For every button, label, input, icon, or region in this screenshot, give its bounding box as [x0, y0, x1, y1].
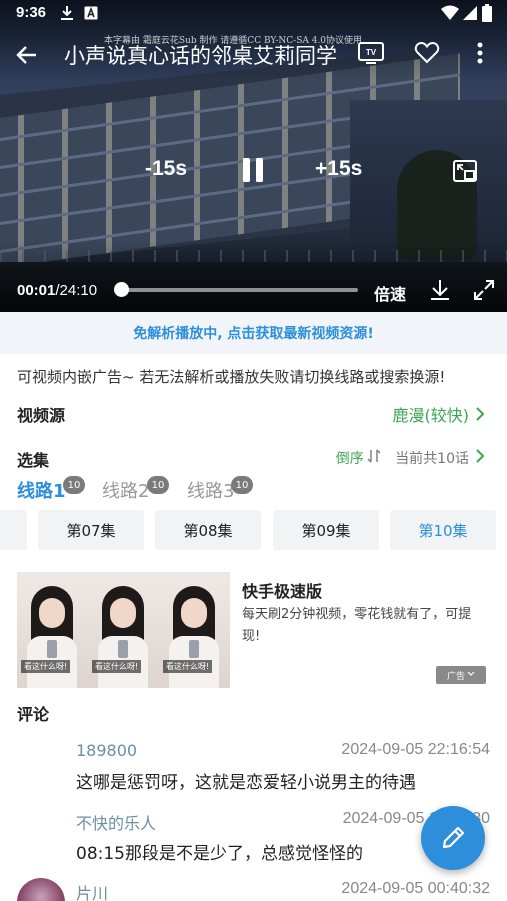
comment-text: 08:15那段是不是少了，总感觉怪怪的	[76, 844, 363, 864]
chevron-right-icon	[475, 449, 485, 467]
speed-button[interactable]: 倍速	[374, 281, 406, 305]
ad-image-face	[181, 598, 207, 628]
comment-user[interactable]: 189800	[76, 741, 137, 760]
comment-time: 2024-09-05 00:40:32	[341, 880, 490, 897]
screen: 9:36 本字幕由 霜庭云花Sub 制作 请遵循CC BY-NC-SA 4.0协…	[0, 0, 507, 901]
episode-button-7[interactable]: 第07集	[38, 510, 144, 550]
battery-icon	[482, 4, 492, 26]
a-box-icon	[84, 5, 98, 25]
download-video-icon	[431, 280, 449, 300]
avatar[interactable]	[17, 878, 65, 901]
ad-image-phone	[189, 640, 199, 658]
banner-text: 免解析播放中, 点击获取最新视频资源!	[133, 326, 374, 342]
progress-bar[interactable]	[120, 288, 358, 292]
source-value: 鹿漫(较快)	[392, 406, 470, 425]
forward-15s-button[interactable]: +15s	[315, 157, 362, 181]
write-comment-button[interactable]	[421, 806, 485, 870]
tab-line-1[interactable]: 线路1	[17, 477, 66, 503]
line-3-badge: 10	[231, 476, 253, 494]
line-1-badge: 10	[63, 476, 85, 494]
status-bar: 9:36	[0, 0, 507, 28]
ad-tag[interactable]: 广告	[436, 666, 486, 684]
ad-tag-label: 广告	[446, 671, 465, 682]
pip-button[interactable]	[451, 157, 479, 185]
sort-icon	[364, 449, 381, 467]
ad-image-face	[110, 598, 136, 628]
favorite-button[interactable]	[413, 40, 441, 66]
ad-image-panel: 看这什么呀!	[17, 572, 88, 688]
more-button[interactable]	[468, 40, 492, 66]
signal-icon	[462, 5, 478, 25]
episode-button-8[interactable]: 第08集	[155, 510, 261, 550]
heart-icon	[414, 41, 440, 64]
duration: /24:10	[55, 282, 98, 299]
ad-description: 每天刷2分钟视频，零花钱就有了，可提现!	[242, 607, 472, 644]
pause-button[interactable]	[238, 154, 268, 186]
wifi-icon	[441, 5, 459, 25]
comment-time: 2024-09-05 22:16:54	[341, 741, 490, 758]
pip-icon	[453, 160, 477, 182]
comment-text: 这哪是惩罚呀，这就是恋爱轻小说男主的待遇	[76, 773, 416, 793]
video-player[interactable]: 9:36 本字幕由 霜庭云花Sub 制作 请遵循CC BY-NC-SA 4.0协…	[0, 0, 507, 312]
source-label: 视频源	[17, 406, 66, 425]
source-selector[interactable]: 鹿漫(较快)	[393, 402, 486, 426]
progress-knob[interactable]	[114, 282, 129, 297]
ad-image-caption: 看这什么呀!	[163, 660, 213, 673]
play-time: 00:01/24:10	[17, 282, 97, 299]
ad-image-face	[39, 598, 65, 628]
tab-line-3[interactable]: 线路3	[187, 477, 234, 503]
status-time: 9:36	[16, 4, 47, 21]
rewind-15s-button[interactable]: -15s	[145, 157, 187, 181]
current-time: 00:01	[17, 282, 56, 299]
sort-label: 倒序	[335, 451, 364, 467]
sort-toggle[interactable]: 倒序	[335, 449, 381, 467]
comment-user[interactable]: 不快的乐人	[76, 810, 156, 834]
ad-image-caption: 看这什么呀!	[92, 660, 142, 673]
comment-user[interactable]: 片川	[76, 880, 108, 901]
video-title: 小声说真心话的邻桌艾莉同学	[64, 44, 337, 68]
back-icon	[16, 46, 36, 64]
episode-button-9[interactable]: 第09集	[273, 510, 379, 550]
ad-image-caption: 看这什么呀!	[21, 660, 71, 673]
ad-image-panel: 看这什么呀!	[159, 572, 230, 688]
episode-button-partial[interactable]	[0, 510, 27, 550]
comments-title: 评论	[17, 705, 50, 724]
ad-image-phone	[47, 640, 57, 658]
episode-header-actions: 倒序 当前共10话	[336, 448, 485, 468]
svg-text:TV: TV	[366, 48, 377, 57]
fullscreen-button[interactable]	[472, 278, 496, 302]
edit-icon	[442, 826, 465, 849]
more-icon	[477, 42, 483, 64]
ad-title: 快手极速版	[242, 582, 323, 601]
notice-marquee: 可视频内嵌广告~ 若无法解析或播放失败请切换线路或搜索换源!	[17, 368, 446, 386]
download-video-button[interactable]	[428, 278, 452, 302]
chevron-down-icon	[465, 670, 475, 680]
tv-cast-icon: TV	[358, 42, 384, 64]
pause-icon	[243, 158, 263, 182]
episode-count-button[interactable]: 当前共10话	[395, 449, 485, 467]
tv-cast-button[interactable]: TV	[357, 40, 385, 66]
episode-count: 当前共10话	[395, 451, 469, 467]
episode-button-10[interactable]: 第10集	[390, 510, 496, 550]
ad-card[interactable]: 看这什么呀! 看这什么呀! 看这什么呀! 快手极速版 每天刷2分钟视频，零花钱就…	[17, 572, 487, 690]
episodes-label: 选集	[17, 451, 50, 470]
tab-line-2[interactable]: 线路2	[102, 477, 149, 503]
download-icon	[60, 5, 74, 25]
back-button[interactable]	[12, 40, 42, 70]
fullscreen-icon	[474, 280, 494, 300]
ad-image-panel: 看这什么呀!	[88, 572, 159, 688]
line-2-badge: 10	[147, 476, 169, 494]
chevron-right-icon	[475, 406, 485, 425]
get-latest-resource-banner[interactable]: 免解析播放中, 点击获取最新视频资源!	[0, 312, 507, 354]
ad-image: 看这什么呀! 看这什么呀! 看这什么呀!	[17, 572, 230, 688]
ad-image-phone	[118, 640, 128, 658]
